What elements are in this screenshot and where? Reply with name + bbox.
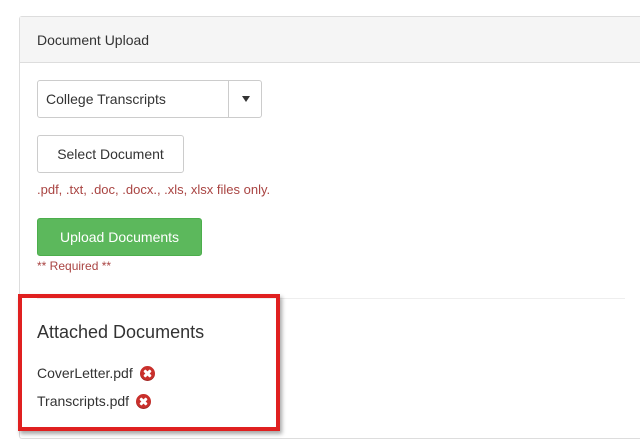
- document-type-select[interactable]: College Transcripts: [37, 80, 262, 118]
- attached-document-name: CoverLetter.pdf: [37, 365, 133, 382]
- attached-document-item: Transcripts.pdf: [37, 391, 152, 410]
- remove-circle-icon[interactable]: [136, 393, 152, 409]
- remove-circle-icon[interactable]: [139, 365, 155, 381]
- upload-documents-button[interactable]: Upload Documents: [37, 218, 202, 256]
- document-type-selected-value: College Transcripts: [46, 91, 166, 107]
- attached-documents-title: Attached Documents: [37, 322, 205, 342]
- panel-title: Document Upload: [37, 32, 150, 48]
- section-divider: [37, 298, 625, 299]
- select-document-button[interactable]: Select Document: [37, 135, 184, 173]
- attached-document-item: CoverLetter.pdf: [37, 363, 155, 381]
- file-types-help-text: .pdf, .txt, .doc, .docx., .xls, xlsx fil…: [37, 182, 271, 197]
- required-note: ** Required **: [37, 259, 112, 273]
- caret-down-icon[interactable]: [228, 81, 262, 117]
- panel-heading: Document Upload: [20, 17, 640, 63]
- attached-document-name: Transcripts.pdf: [37, 393, 130, 410]
